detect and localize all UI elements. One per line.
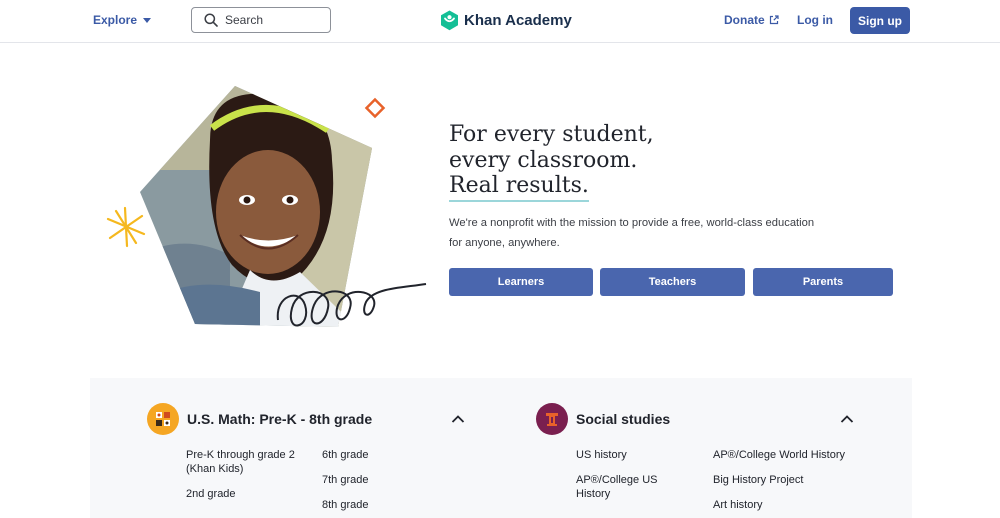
social-link-ap-us-history[interactable]: AP®/College US History	[576, 473, 657, 501]
math-course-title[interactable]: U.S. Math: Pre-K - 8th grade	[187, 411, 372, 427]
social-link-ap-world-history[interactable]: AP®/College World History	[713, 448, 845, 462]
social-link-us-history[interactable]: US history	[576, 448, 627, 462]
headline-line-3: Real results.	[449, 173, 589, 202]
signup-button[interactable]: Sign up	[850, 7, 910, 34]
learners-button[interactable]: Learners	[449, 268, 593, 296]
hero-description: We're a nonprofit with the mission to pr…	[449, 213, 829, 253]
explore-label: Explore	[93, 13, 138, 27]
math-link-6th-grade[interactable]: 6th grade	[322, 448, 368, 462]
donate-link[interactable]: Donate	[724, 13, 779, 27]
social-link-art-history[interactable]: Art history	[713, 498, 763, 512]
chevron-up-icon[interactable]	[451, 414, 465, 424]
math-link-prek-2-line1: Pre-K through grade 2	[186, 449, 295, 461]
search-icon	[204, 13, 218, 27]
explore-menu-button[interactable]: Explore	[93, 13, 152, 27]
search-placeholder: Search	[225, 13, 264, 27]
brand-name: Khan Academy	[464, 12, 572, 29]
donate-label: Donate	[724, 13, 765, 27]
social-studies-column-icon	[536, 403, 568, 435]
math-blocks-icon	[147, 403, 179, 435]
headline-line-1: For every student,	[449, 122, 654, 147]
math-link-2nd-grade[interactable]: 2nd grade	[186, 487, 236, 501]
description-line-1: We're a nonprofit with the mission to pr…	[449, 217, 815, 229]
top-nav: Explore Search Khan Academy Donate Log i…	[0, 0, 1000, 43]
courses-panel: U.S. Math: Pre-K - 8th grade Pre-K throu…	[90, 378, 912, 518]
headline-line-2: every classroom.	[449, 147, 638, 173]
description-line-2: for anyone, anywhere.	[449, 237, 560, 249]
hero-headline: For every student, every classroom. Real…	[449, 122, 654, 202]
khan-academy-leaf-icon	[441, 10, 458, 31]
khan-academy-logo[interactable]: Khan Academy	[440, 10, 572, 31]
chevron-up-icon[interactable]	[840, 414, 854, 424]
search-input[interactable]: Search	[191, 7, 331, 33]
social-link-ap-us-history-line1: AP®/College US	[576, 474, 658, 486]
social-studies-course-title[interactable]: Social studies	[576, 411, 670, 427]
math-link-7th-grade[interactable]: 7th grade	[322, 473, 368, 487]
math-link-prek-2-line2: (Khan Kids)	[186, 463, 244, 475]
parents-button[interactable]: Parents	[753, 268, 893, 296]
external-link-icon	[769, 15, 779, 25]
teachers-button[interactable]: Teachers	[600, 268, 745, 296]
social-link-big-history[interactable]: Big History Project	[713, 473, 803, 487]
social-link-ap-us-history-line2: History	[576, 488, 611, 500]
caret-down-icon	[143, 18, 152, 23]
login-link[interactable]: Log in	[797, 13, 833, 27]
math-link-prek-2[interactable]: Pre-K through grade 2 (Khan Kids)	[186, 448, 295, 476]
math-link-8th-grade[interactable]: 8th grade	[322, 498, 368, 512]
hero-student-photo	[106, 86, 427, 327]
